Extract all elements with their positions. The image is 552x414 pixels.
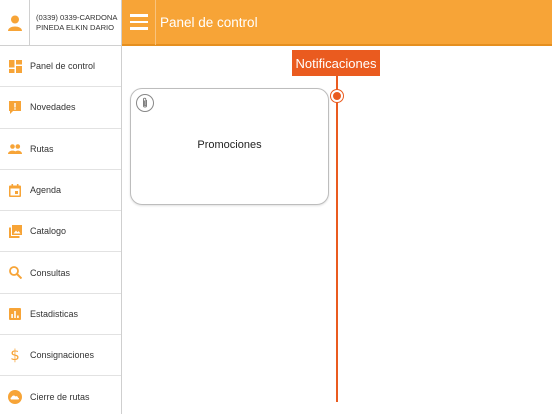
stats-icon	[0, 307, 30, 320]
hamburger-icon	[129, 20, 148, 24]
dashboard-icon	[0, 59, 30, 73]
cloud-icon	[0, 389, 30, 404]
sidebar-item-consultas[interactable]: Consultas	[0, 252, 121, 294]
sidebar-item-label: Consultas	[30, 267, 71, 278]
sidebar-item-consignaciones[interactable]: $ Consignaciones	[0, 335, 121, 377]
sidebar-item-label: Agenda	[30, 185, 62, 196]
user-name: (0339) 0339-CARDONA PINEDA ELKIN DARIO	[30, 13, 120, 33]
dollar-icon: $	[10, 346, 20, 365]
sidebar-item-rutas[interactable]: Rutas	[0, 129, 121, 170]
sidebar-item-novedades[interactable]: Novedades	[0, 87, 121, 129]
sidebar-item-label: Rutas	[30, 143, 54, 154]
sidebar-item-catalogo[interactable]: Catalogo	[0, 211, 121, 253]
promotions-card[interactable]: Promociones	[130, 88, 329, 205]
people-icon	[0, 143, 30, 154]
menu-toggle-button[interactable]	[122, 0, 156, 45]
user-name-line1: (0339) 0339-CARDONA	[36, 12, 118, 22]
sidebar-item-agenda[interactable]: Agenda	[0, 170, 121, 212]
sidebar-item-cierre-de-rutas[interactable]: Cierre de rutas	[0, 376, 121, 414]
alert-icon	[0, 100, 30, 114]
catalog-icon	[0, 224, 30, 238]
notifications-badge[interactable]: Notificaciones	[292, 50, 380, 76]
top-bar: Panel de control	[122, 0, 552, 46]
user-name-line2: PINEDA ELKIN DARIO	[36, 22, 115, 32]
user-icon	[7, 15, 22, 31]
hamburger-icon	[129, 14, 148, 17]
sidebar-item-label: Novedades	[30, 102, 76, 113]
sidebar-item-label: Consignaciones	[30, 350, 95, 361]
sidebar-item-label: Cierre de rutas	[30, 391, 90, 402]
timeline-line	[336, 76, 338, 402]
sidebar-item-estadisticas[interactable]: Estadisticas	[0, 294, 121, 336]
card-title: Promociones	[197, 139, 262, 151]
sidebar-menu: Panel de control Novedades Rutas Agenda …	[0, 46, 121, 414]
page-title: Panel de control	[160, 14, 258, 30]
main-content: Notificaciones Promociones	[123, 46, 552, 414]
sidebar: (0339) 0339-CARDONA PINEDA ELKIN DARIO P…	[0, 0, 122, 414]
paperclip-icon	[136, 94, 154, 112]
hamburger-icon	[129, 27, 148, 30]
sidebar-item-label: Panel de control	[30, 61, 96, 72]
timeline-dot	[331, 90, 343, 102]
sidebar-item-panel-de-control[interactable]: Panel de control	[0, 46, 121, 88]
search-icon	[0, 266, 30, 280]
sidebar-item-label: Estadisticas	[30, 308, 79, 319]
calendar-icon	[0, 183, 30, 197]
user-box[interactable]: (0339) 0339-CARDONA PINEDA ELKIN DARIO	[0, 0, 121, 46]
avatar	[0, 0, 30, 46]
sidebar-item-label: Catalogo	[30, 226, 67, 237]
